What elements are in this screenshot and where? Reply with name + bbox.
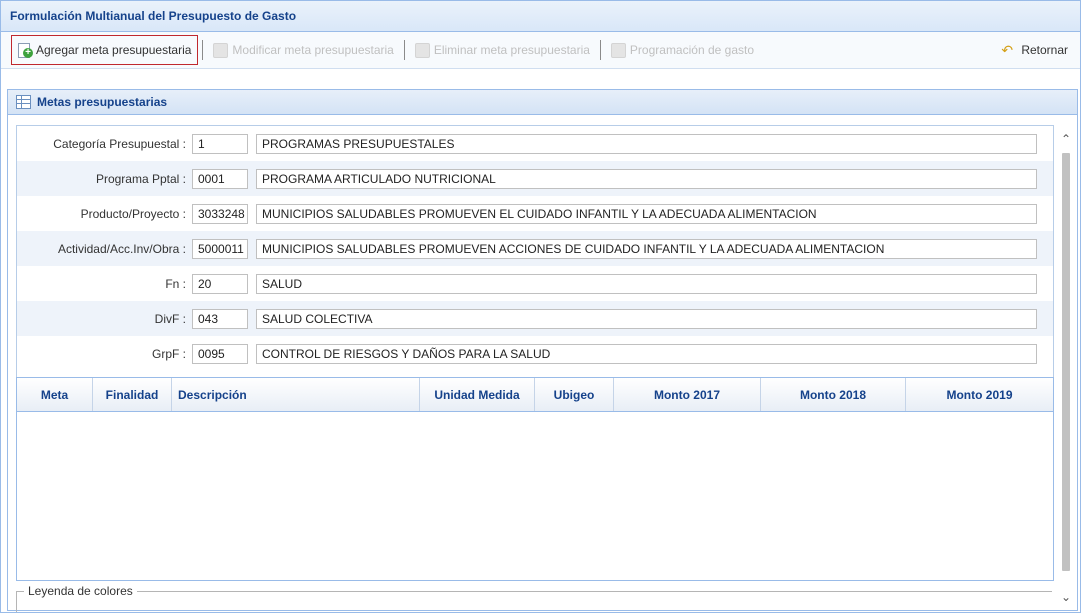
column-header-meta[interactable]: Meta bbox=[17, 378, 93, 411]
form-row-categoria: Categoría Presupuestal : 1 PROGRAMAS PRE… bbox=[17, 126, 1053, 161]
add-document-icon: + bbox=[18, 43, 33, 58]
add-budget-goal-label: Agregar meta presupuestaria bbox=[36, 43, 192, 57]
modify-budget-goal-label: Modificar meta presupuestaria bbox=[232, 43, 394, 57]
code-field[interactable]: 0001 bbox=[192, 168, 248, 189]
code-field[interactable]: 20 bbox=[192, 273, 248, 294]
form-label: DivF : bbox=[154, 311, 186, 326]
spending-schedule-button[interactable]: Programación de gasto bbox=[605, 37, 760, 63]
toolbar-separator bbox=[599, 40, 601, 60]
window-title: Formulación Multianual del Presupuesto d… bbox=[1, 1, 1080, 32]
form-label: Actividad/Acc.Inv/Obra : bbox=[57, 241, 186, 256]
form-label: Programa Pptal : bbox=[95, 171, 186, 186]
column-header-descripcion[interactable]: Descripción bbox=[172, 378, 420, 411]
form-row-grpf: GrpF : 0095 CONTROL DE RIESGOS Y DAÑOS P… bbox=[17, 336, 1053, 371]
scroll-up-icon[interactable]: ⌃ bbox=[1058, 131, 1074, 147]
column-header-monto-2018[interactable]: Monto 2018 bbox=[761, 378, 906, 411]
column-header-unidad-medida[interactable]: Unidad Medida bbox=[420, 378, 535, 411]
table-icon bbox=[16, 95, 31, 109]
code-field[interactable]: 0095 bbox=[192, 343, 248, 364]
people-icon bbox=[610, 42, 626, 58]
form-label: Categoría Presupuestal : bbox=[53, 136, 186, 151]
code-field[interactable]: 5000011 bbox=[192, 238, 248, 259]
edit-icon bbox=[213, 42, 229, 58]
toolbar-separator bbox=[202, 40, 204, 60]
main-window: Formulación Multianual del Presupuesto d… bbox=[0, 0, 1081, 613]
form-label: Producto/Proyecto : bbox=[80, 206, 186, 221]
form-row-producto: Producto/Proyecto : 3033248 MUNICIPIOS S… bbox=[17, 196, 1053, 231]
return-arrow-icon: ↶ bbox=[1001, 42, 1014, 58]
form-label: GrpF : bbox=[151, 346, 186, 361]
column-header-finalidad[interactable]: Finalidad bbox=[93, 378, 172, 411]
description-field[interactable]: MUNICIPIOS SALUDABLES PROMUEVEN ACCIONES… bbox=[256, 238, 1037, 259]
form-label: Fn : bbox=[165, 276, 186, 291]
description-field[interactable]: SALUD COLECTIVA bbox=[256, 308, 1037, 329]
form-row-programa: Programa Pptal : 0001 PROGRAMA ARTICULAD… bbox=[17, 161, 1053, 196]
code-field[interactable]: 3033248 bbox=[192, 203, 248, 224]
toolbar-separator bbox=[403, 40, 405, 60]
add-budget-goal-button[interactable]: + Agregar meta presupuestaria bbox=[11, 35, 199, 65]
delete-budget-goal-label: Eliminar meta presupuestaria bbox=[433, 43, 590, 57]
spending-schedule-label: Programación de gasto bbox=[629, 43, 754, 57]
vertical-scrollbar[interactable]: ⌃ ⌄ bbox=[1058, 131, 1074, 607]
column-header-monto-2019[interactable]: Monto 2019 bbox=[906, 378, 1053, 411]
description-field[interactable]: PROGRAMAS PRESUPUESTALES bbox=[256, 133, 1037, 154]
form-row-actividad: Actividad/Acc.Inv/Obra : 5000011 MUNICIP… bbox=[17, 231, 1053, 266]
toolbar: + Agregar meta presupuestaria Modificar … bbox=[1, 32, 1080, 69]
description-field[interactable]: MUNICIPIOS SALUDABLES PROMUEVEN EL CUIDA… bbox=[256, 203, 1037, 224]
description-field[interactable]: SALUD bbox=[256, 273, 1037, 294]
trash-icon bbox=[414, 42, 430, 58]
form-row-divf: DivF : 043 SALUD COLECTIVA bbox=[17, 301, 1053, 336]
return-label: Retornar bbox=[1021, 43, 1068, 57]
budget-goals-grid: Meta Finalidad Descripción Unidad Medida… bbox=[16, 377, 1054, 581]
description-field[interactable]: CONTROL DE RIESGOS Y DAÑOS PARA LA SALUD bbox=[256, 343, 1037, 364]
code-field[interactable]: 1 bbox=[192, 133, 248, 154]
scroll-down-icon[interactable]: ⌄ bbox=[1058, 589, 1074, 605]
delete-budget-goal-button[interactable]: Eliminar meta presupuestaria bbox=[409, 37, 596, 63]
panel-header: Metas presupuestarias bbox=[8, 90, 1077, 115]
modify-budget-goal-button[interactable]: Modificar meta presupuestaria bbox=[207, 37, 399, 63]
legend-title: Leyenda de colores bbox=[24, 584, 137, 598]
scroll-thumb[interactable] bbox=[1062, 153, 1070, 571]
code-field[interactable]: 043 bbox=[192, 308, 248, 329]
column-header-monto-2017[interactable]: Monto 2017 bbox=[614, 378, 761, 411]
form-row-fn: Fn : 20 SALUD bbox=[17, 266, 1053, 301]
description-field[interactable]: PROGRAMA ARTICULADO NUTRICIONAL bbox=[256, 168, 1037, 189]
column-header-ubigeo[interactable]: Ubigeo bbox=[535, 378, 614, 411]
panel-title: Metas presupuestarias bbox=[37, 95, 168, 109]
return-button[interactable]: ↶ Retornar bbox=[995, 37, 1074, 63]
color-legend: Leyenda de colores bbox=[16, 584, 1052, 612]
grid-header: Meta Finalidad Descripción Unidad Medida… bbox=[17, 378, 1053, 412]
legend-border bbox=[16, 592, 17, 612]
